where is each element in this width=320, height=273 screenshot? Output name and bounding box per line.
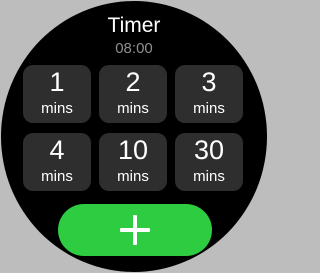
preset-unit: mins — [117, 100, 149, 117]
preset-2-mins-button[interactable]: 2 mins — [99, 65, 167, 123]
preset-value: 10 — [117, 135, 149, 165]
preset-4-mins-button[interactable]: 4 mins — [23, 133, 91, 191]
preset-value: 3 — [201, 67, 217, 97]
preset-grid: 1 mins 2 mins 3 mins 4 mins 10 mins 30 m… — [23, 65, 247, 191]
preset-10-mins-button[interactable]: 10 mins — [99, 133, 167, 191]
preset-value: 30 — [193, 135, 225, 165]
preset-unit: mins — [117, 168, 149, 185]
preset-unit: mins — [193, 168, 225, 185]
preset-1-mins-button[interactable]: 1 mins — [23, 65, 91, 123]
app-title: Timer — [107, 14, 161, 37]
preset-value: 2 — [125, 67, 141, 97]
plus-icon — [120, 215, 150, 245]
preset-30-mins-button[interactable]: 30 mins — [175, 133, 243, 191]
preset-3-mins-button[interactable]: 3 mins — [175, 65, 243, 123]
watch-face: Timer 08:00 1 mins 2 mins 3 mins 4 mins … — [1, 1, 267, 272]
current-time: 08:00 — [115, 40, 153, 57]
preset-unit: mins — [193, 100, 225, 117]
preset-unit: mins — [41, 100, 73, 117]
preset-unit: mins — [41, 168, 73, 185]
preset-value: 4 — [49, 135, 65, 165]
preset-value: 1 — [49, 67, 65, 97]
add-timer-button[interactable] — [58, 204, 212, 256]
